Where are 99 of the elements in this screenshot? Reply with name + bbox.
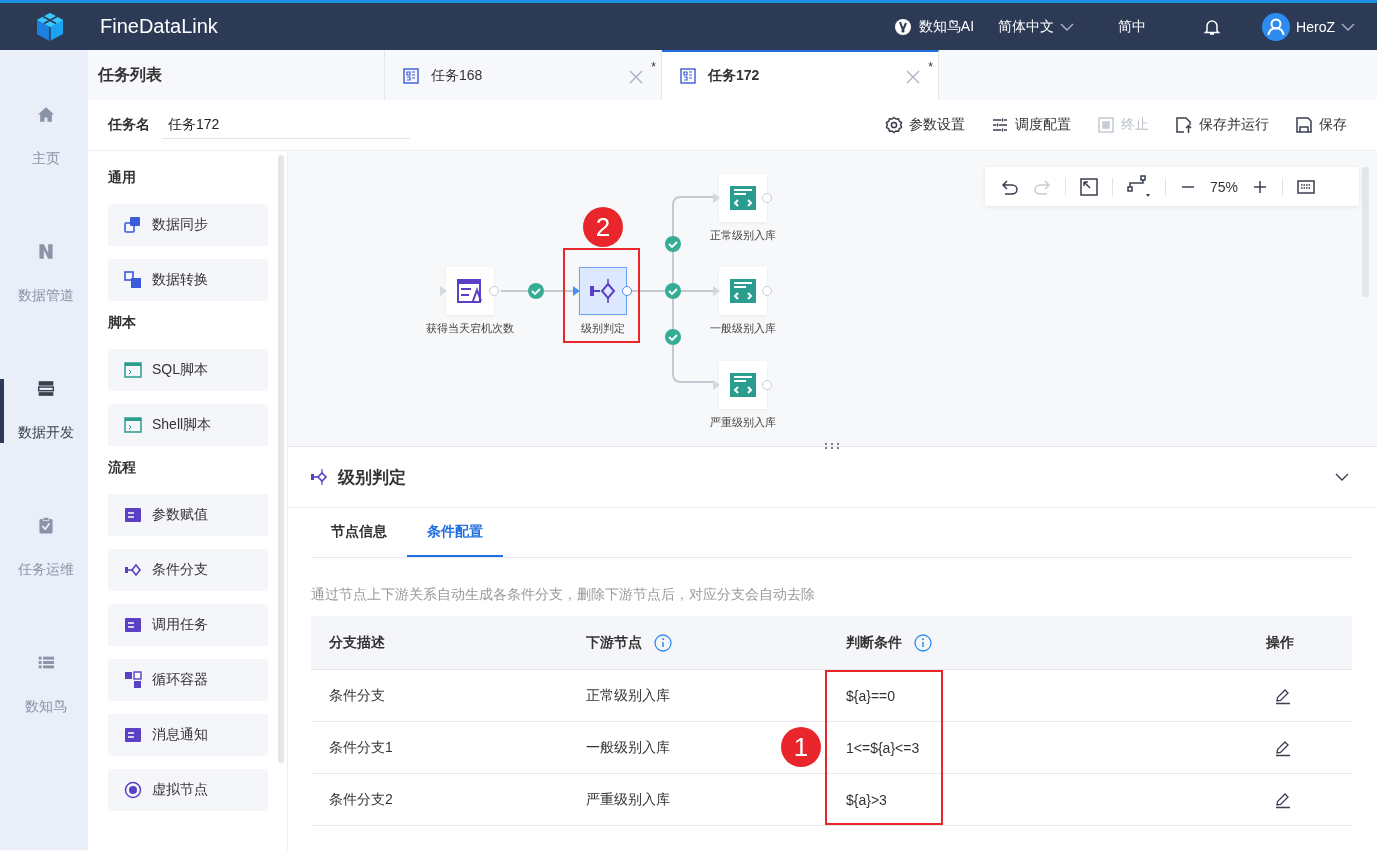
- table-cell: 一般级别入库: [586, 738, 670, 757]
- info-icon[interactable]: [654, 633, 672, 652]
- panel-title: 级别判定: [338, 466, 406, 489]
- callout-number: 2: [583, 207, 623, 247]
- column-header: 下游节点: [586, 633, 642, 652]
- node-label: 正常级别入库: [710, 228, 776, 243]
- component-icon: [124, 416, 142, 434]
- toolbar-button[interactable]: 保存并运行: [1175, 116, 1269, 134]
- keyboard-icon[interactable]: [1297, 179, 1316, 194]
- field-label: 任务名: [108, 116, 150, 134]
- save-run-icon: [1175, 116, 1193, 134]
- table-cell: ${a}>3: [846, 791, 887, 808]
- chevron-down-icon[interactable]: [1335, 473, 1349, 481]
- info-icon[interactable]: [914, 633, 932, 652]
- palette-item[interactable]: 条件分支: [108, 549, 268, 591]
- flow-node[interactable]: [579, 267, 627, 315]
- group-title: 脚本: [108, 314, 137, 332]
- code-file-icon: [728, 183, 758, 213]
- success-check-icon: [665, 329, 681, 345]
- zoom-level: 75%: [1210, 178, 1239, 195]
- app-name: FineDataLink: [100, 15, 218, 38]
- palette-item[interactable]: SQL脚本: [108, 349, 268, 391]
- avatar-icon: [1262, 12, 1291, 41]
- component-icon: [124, 616, 142, 634]
- palette-item[interactable]: 数据转换: [108, 259, 268, 301]
- component-icon: [124, 781, 142, 799]
- node-label: 获得当天宕机次数: [426, 321, 514, 336]
- parameter-form-icon: [455, 276, 485, 306]
- gear-icon: [885, 116, 903, 134]
- code-file-icon: [728, 276, 758, 306]
- user-menu[interactable]: HeroZ: [1262, 12, 1355, 41]
- cube-logo-icon: [34, 10, 66, 43]
- component-icon: [124, 361, 142, 379]
- table-cell: 严重级别入库: [586, 790, 670, 809]
- palette-item[interactable]: Shell脚本: [108, 404, 268, 446]
- node-label: 一般级别入库: [710, 321, 776, 336]
- language-dropdown[interactable]: 简体中文: [998, 17, 1075, 36]
- fit-view-icon[interactable]: [1080, 177, 1098, 196]
- success-check-icon: [665, 236, 681, 252]
- palette-item[interactable]: 调用任务: [108, 604, 268, 646]
- palette-item[interactable]: 参数赋值: [108, 494, 268, 536]
- script-file-icon: [403, 68, 419, 84]
- group-title: 通用: [108, 169, 137, 187]
- layout-dropdown-icon[interactable]: [1127, 174, 1151, 199]
- success-check-icon: [528, 283, 544, 299]
- scrollbar[interactable]: [278, 155, 284, 763]
- detail-tab[interactable]: 节点信息: [311, 508, 407, 557]
- table-cell: 正常级别入库: [586, 686, 670, 705]
- branch-icon: [310, 468, 328, 486]
- resize-handle-icon[interactable]: [823, 442, 841, 450]
- callout-number: 1: [781, 727, 821, 767]
- script-file-icon: [680, 68, 696, 84]
- component-icon: [124, 216, 142, 234]
- table-cell: 条件分支2: [329, 790, 393, 809]
- save-icon: [1295, 116, 1313, 134]
- sliders-icon: [991, 116, 1009, 134]
- success-check-icon: [665, 283, 681, 299]
- task-tab[interactable]: 任务172 *: [662, 50, 939, 100]
- close-icon[interactable]: [906, 70, 920, 84]
- component-icon: [124, 271, 142, 289]
- node-label: 严重级别入库: [710, 415, 776, 430]
- chevron-down-icon: [1341, 22, 1355, 31]
- column-header: 分支描述: [329, 633, 385, 652]
- chevron-down-icon: [1060, 22, 1075, 31]
- palette-item[interactable]: 循环容器: [108, 659, 268, 701]
- language-shortcut[interactable]: 简中: [1118, 17, 1147, 36]
- stop-icon: [1097, 116, 1115, 134]
- palette-item[interactable]: 数据同步: [108, 204, 268, 246]
- toolbar-button[interactable]: 保存: [1295, 116, 1347, 134]
- detail-tab[interactable]: 条件配置: [407, 508, 503, 557]
- close-icon[interactable]: [629, 70, 643, 84]
- ai-assistant-button[interactable]: 数知鸟AI: [892, 16, 975, 37]
- component-icon: [124, 506, 142, 524]
- input-port[interactable]: [573, 286, 580, 296]
- node-label: 级别判定: [581, 321, 625, 336]
- tab-label: 任务172: [708, 67, 760, 85]
- undo-icon[interactable]: [1001, 177, 1019, 196]
- tab-label: 任务168: [431, 67, 483, 85]
- hint-text: 通过节点上下游关系自动生成各条件分支，删除下游节点后，对应分支会自动去除: [311, 586, 816, 604]
- output-port[interactable]: [622, 286, 632, 296]
- unsaved-mark: *: [651, 60, 656, 74]
- table-cell: 1<=${a}<=3: [846, 739, 920, 756]
- component-icon: [124, 561, 142, 579]
- zoom-in-icon[interactable]: [1252, 178, 1269, 195]
- column-header: 操作: [1266, 633, 1294, 652]
- table-cell: 条件分支1: [329, 738, 393, 757]
- branch-icon: [588, 276, 618, 306]
- toolbar-button[interactable]: 参数设置: [885, 116, 965, 134]
- component-icon: [124, 671, 142, 689]
- table-cell: 条件分支: [329, 686, 385, 705]
- component-icon: [124, 726, 142, 744]
- table-cell: ${a}==0: [846, 687, 896, 704]
- code-file-icon: [728, 370, 758, 400]
- column-header: 判断条件: [846, 633, 902, 652]
- group-title: 流程: [108, 459, 137, 477]
- toolbar-button[interactable]: 调度配置: [991, 116, 1071, 134]
- palette-item[interactable]: 消息通知: [108, 714, 268, 756]
- palette-item[interactable]: 虚拟节点: [108, 769, 268, 811]
- unsaved-mark: *: [928, 60, 933, 74]
